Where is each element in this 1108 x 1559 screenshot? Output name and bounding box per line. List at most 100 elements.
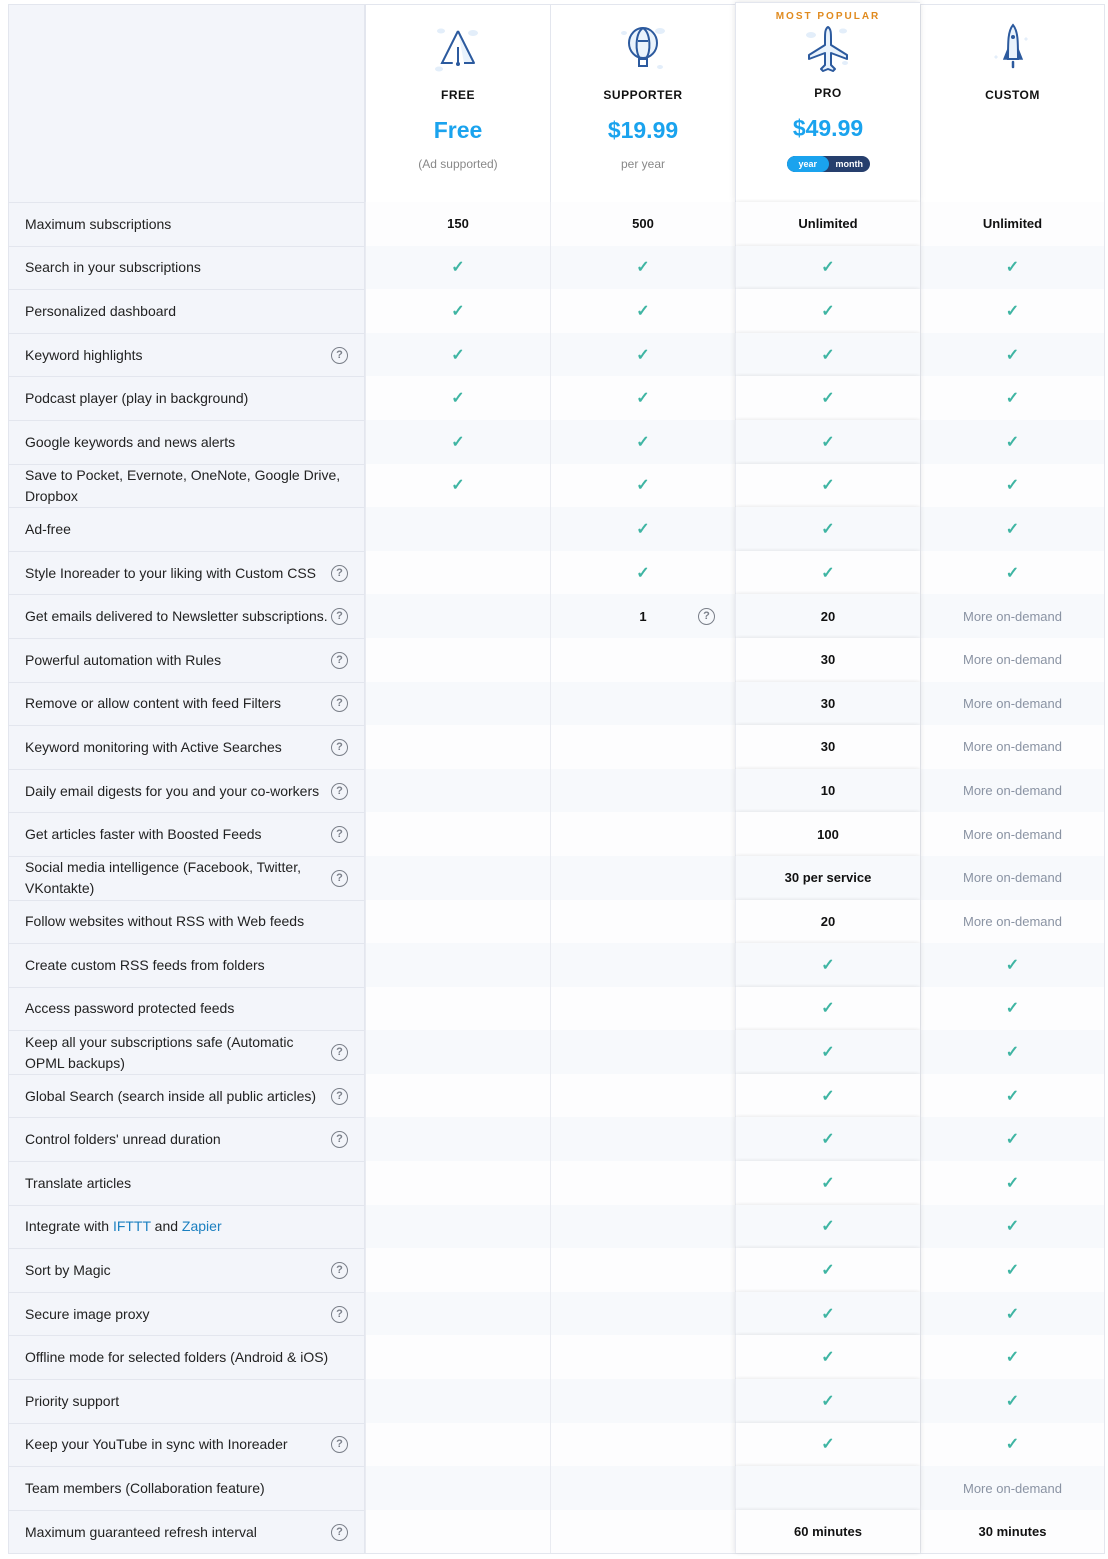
- check-icon: ✓: [821, 259, 835, 277]
- feature-label-cell: Style Inoreader to your liking with Cust…: [8, 550, 365, 595]
- billing-period-toggle[interactable]: year month: [787, 156, 870, 172]
- feature-row: Daily email digests for you and your co-…: [8, 768, 1105, 813]
- plan-value-cell: ✓: [550, 289, 735, 333]
- check-icon: ✓: [1005, 1000, 1020, 1018]
- help-icon[interactable]: ?: [331, 738, 348, 756]
- feature-label-cell: Control folders' unread duration?: [8, 1117, 365, 1162]
- feature-label-cell: Create custom RSS feeds from folders: [8, 943, 365, 987]
- check-icon: ✓: [1005, 1131, 1020, 1149]
- plan-value: More on-demand: [963, 695, 1062, 711]
- feature-row: Control folders' unread duration? ✓ ✓: [8, 1117, 1105, 1162]
- plan-value-cell: ✓: [735, 943, 920, 987]
- plan-value-cell: [365, 1379, 550, 1423]
- plan-value-cell: [550, 1335, 735, 1380]
- plan-value-cell: [365, 637, 550, 682]
- help-icon[interactable]: ?: [331, 869, 348, 887]
- pricing-table: FREE Free (Ad supported) SUPPORTER $19.9…: [8, 2, 1105, 1555]
- feature-label-cell: Search in your subscriptions: [8, 245, 365, 290]
- feature-label: Team members (Collaboration feature): [25, 1480, 265, 1497]
- feature-row: Remove or allow content with feed Filter…: [8, 681, 1105, 726]
- check-icon: ✓: [636, 259, 650, 277]
- plan-value-cell: ✓: [920, 1204, 1105, 1249]
- check-icon: ✓: [1005, 302, 1020, 320]
- plan-value-cell: 100: [735, 812, 920, 856]
- check-icon: ✓: [1005, 433, 1020, 451]
- help-icon[interactable]: ?: [331, 1436, 348, 1454]
- help-icon[interactable]: ?: [331, 651, 348, 669]
- check-icon: ✓: [1005, 520, 1020, 538]
- help-icon[interactable]: ?: [331, 564, 348, 582]
- plan-free[interactable]: FREE Free (Ad supported): [365, 4, 550, 202]
- feature-label-cell: Daily email digests for you and your co-…: [8, 768, 365, 813]
- help-icon[interactable]: ?: [331, 608, 348, 626]
- plan-price-note: per year: [620, 157, 666, 171]
- feature-label-cell: Ad-free: [8, 507, 365, 551]
- zapier-link[interactable]: Zapier: [182, 1218, 222, 1234]
- feature-label: Social media intelligence (Facebook, Twi…: [25, 859, 301, 897]
- check-icon: ✓: [821, 956, 835, 974]
- feature-row: Follow websites without RSS with Web fee…: [8, 899, 1105, 944]
- plan-value: 30: [820, 652, 836, 668]
- plan-value-cell: [550, 812, 735, 856]
- plan-value-cell: ✓: [920, 376, 1105, 420]
- check-icon: ✓: [636, 520, 650, 538]
- check-icon: ✓: [1005, 956, 1020, 974]
- plan-value-cell: [550, 1291, 735, 1336]
- plan-supporter[interactable]: SUPPORTER $19.99 per year: [550, 4, 735, 202]
- help-icon[interactable]: ?: [331, 1523, 348, 1541]
- help-icon[interactable]: ?: [331, 1131, 348, 1149]
- plan-value-cell: More on-demand: [920, 681, 1105, 726]
- plan-pro[interactable]: MOST POPULAR PRO $49.99 year month: [735, 2, 920, 202]
- plan-value-cell: ✓: [920, 463, 1105, 508]
- help-icon[interactable]: ?: [331, 1087, 348, 1105]
- toggle-month[interactable]: month: [829, 156, 871, 172]
- help-icon[interactable]: ?: [331, 1305, 348, 1323]
- check-icon: ✓: [451, 433, 465, 451]
- toggle-year[interactable]: year: [787, 156, 829, 172]
- feature-row: Google keywords and news alerts ✓ ✓ ✓ ✓: [8, 419, 1105, 464]
- feature-label-cell: Access password protected feeds: [8, 986, 365, 1031]
- plan-name: FREE: [440, 88, 475, 102]
- plan-value-cell: 60 minutes: [735, 1509, 920, 1554]
- plan-value-cell: 1?: [550, 594, 735, 638]
- check-icon: ✓: [636, 564, 650, 582]
- hot-air-balloon-icon: [621, 27, 665, 69]
- plan-value-cell: [365, 899, 550, 944]
- ifttt-link[interactable]: IFTTT: [113, 1218, 151, 1234]
- plan-value-cell: [365, 725, 550, 769]
- feature-label-cell: Integrate with IFTTT and Zapier: [8, 1204, 365, 1249]
- feature-label-cell: Maximum guaranteed refresh interval?: [8, 1509, 365, 1554]
- help-icon[interactable]: ?: [331, 1262, 348, 1280]
- plan-value: 20: [820, 913, 836, 929]
- feature-label-text: and: [150, 1218, 182, 1235]
- feature-label-cell: Follow websites without RSS with Web fee…: [8, 899, 365, 944]
- plan-value-cell: ✓: [735, 289, 920, 333]
- feature-label-cell: Priority support: [8, 1379, 365, 1423]
- plan-price: $19.99: [607, 117, 679, 143]
- plan-value-cell: More on-demand: [920, 725, 1105, 769]
- plan-value-cell: ✓: [920, 1117, 1105, 1162]
- plan-value: More on-demand: [963, 1480, 1062, 1496]
- help-icon[interactable]: ?: [331, 346, 348, 364]
- plan-value-cell: ✓: [550, 507, 735, 551]
- help-icon[interactable]: ?: [331, 826, 348, 844]
- plan-value-cell: 20: [735, 899, 920, 944]
- check-icon: ✓: [451, 302, 465, 320]
- plan-value-cell: ✓: [735, 1335, 920, 1380]
- plan-value-cell: ✓: [735, 463, 920, 508]
- plan-value-cell: ✓: [365, 332, 550, 377]
- check-icon: ✓: [821, 390, 835, 408]
- help-icon[interactable]: ?: [331, 782, 348, 800]
- header-label-column: [8, 4, 365, 202]
- plan-value: More on-demand: [963, 826, 1062, 842]
- plan-value-cell: ✓: [550, 463, 735, 508]
- help-icon[interactable]: ?: [331, 695, 348, 713]
- help-icon[interactable]: ?: [331, 1044, 348, 1062]
- help-icon[interactable]: ?: [698, 607, 715, 625]
- plan-custom[interactable]: CUSTOM: [920, 4, 1105, 202]
- plan-value: More on-demand: [963, 608, 1062, 624]
- plan-value-cell: [365, 1291, 550, 1336]
- plan-value-cell: 10: [735, 768, 920, 813]
- feature-row: Get emails delivered to Newsletter subsc…: [8, 594, 1105, 638]
- check-icon: ✓: [821, 564, 835, 582]
